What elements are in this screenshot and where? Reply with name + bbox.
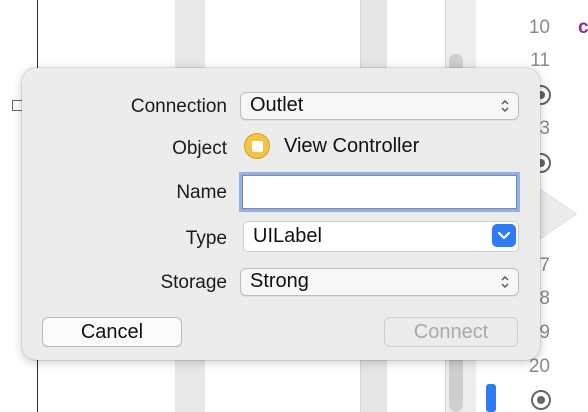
chevron-down-icon bbox=[497, 231, 511, 240]
type-value: UILabel bbox=[253, 225, 322, 247]
connection-value: Outlet bbox=[250, 94, 304, 116]
type-combo-box[interactable]: UILabel bbox=[243, 221, 519, 252]
object-value: View Controller bbox=[284, 135, 420, 157]
object-label: Object bbox=[172, 138, 227, 159]
popover-arrow bbox=[538, 188, 576, 240]
cancel-button[interactable]: Cancel bbox=[42, 317, 182, 347]
line-number: 10 bbox=[528, 17, 550, 38]
connection-popover: Connection Outlet Object View Controller… bbox=[22, 68, 540, 360]
storage-value: Strong bbox=[250, 270, 309, 292]
code-keyword: c bbox=[578, 17, 588, 38]
view-controller-icon bbox=[244, 133, 270, 159]
name-label: Name bbox=[176, 182, 227, 203]
connection-label: Connection bbox=[130, 96, 227, 117]
updown-chevron-icon bbox=[501, 276, 509, 288]
storage-popup[interactable]: Strong bbox=[240, 268, 519, 296]
outlet-connection-icon[interactable] bbox=[531, 390, 551, 410]
type-label: Type bbox=[185, 228, 227, 249]
connect-button[interactable]: Connect bbox=[384, 317, 518, 347]
change-indicator bbox=[486, 384, 496, 412]
storage-label: Storage bbox=[160, 272, 227, 293]
name-field[interactable] bbox=[242, 175, 517, 209]
connection-popup[interactable]: Outlet bbox=[240, 92, 519, 120]
updown-chevron-icon bbox=[501, 100, 509, 112]
type-dropdown-button[interactable] bbox=[492, 224, 516, 247]
